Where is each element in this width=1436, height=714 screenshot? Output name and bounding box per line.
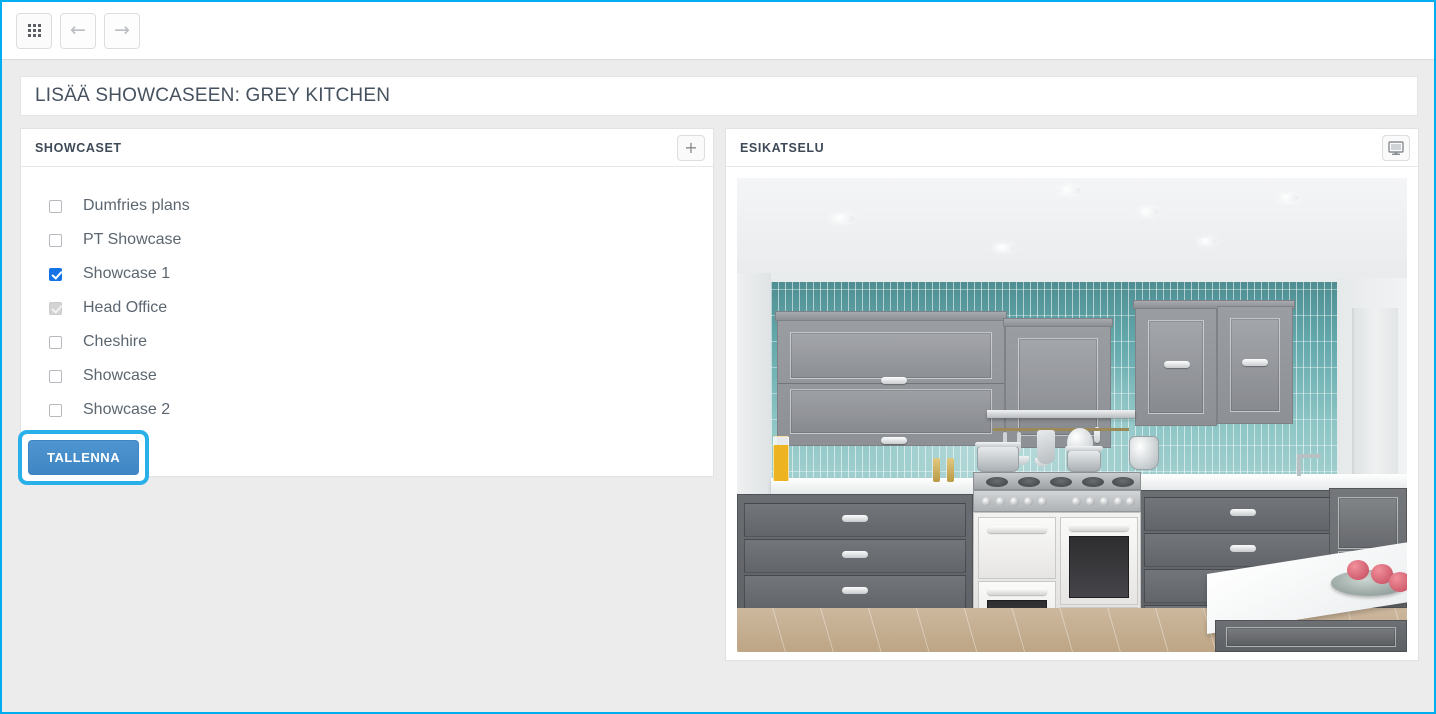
- preview-body: [726, 167, 1418, 663]
- showcase-label: Showcase: [83, 367, 157, 384]
- arrow-right-icon: →: [114, 19, 130, 41]
- forward-button[interactable]: →: [104, 12, 140, 49]
- add-showcase-button[interactable]: +: [677, 134, 705, 161]
- showcase-list-item[interactable]: Showcase 1: [49, 257, 713, 291]
- showcase-label: Dumfries plans: [83, 197, 190, 214]
- preview-panel: ESIKATSELU: [725, 128, 1419, 661]
- save-button[interactable]: TALLENNA: [28, 440, 140, 475]
- top-toolbar: ← →: [2, 2, 1434, 60]
- showcase-checkbox[interactable]: [49, 267, 62, 281]
- showcase-list-item[interactable]: Head Office: [49, 291, 713, 325]
- grid-icon: [27, 24, 41, 37]
- preview-panel-header: ESIKATSELU: [726, 129, 1418, 167]
- showcases-panel-title: SHOWCASET: [35, 140, 122, 155]
- showcase-label: Showcase 2: [83, 401, 171, 418]
- showcase-checkbox[interactable]: [49, 369, 62, 383]
- showcase-checkbox-list: Dumfries plans PT Showcase Showcase 1 Head …: [21, 167, 713, 427]
- page-title-bar: LISÄÄ SHOWCASEEN: GREY KITCHEN: [20, 76, 1418, 116]
- showcase-checkbox: [49, 301, 62, 315]
- kitchen-preview-image[interactable]: [737, 178, 1407, 652]
- showcase-list-item[interactable]: Cheshire: [49, 325, 713, 359]
- back-button[interactable]: ←: [60, 12, 96, 49]
- showcase-label: Head Office: [83, 299, 168, 316]
- showcase-list-item[interactable]: Showcase: [49, 359, 713, 393]
- showcase-list-item[interactable]: Dumfries plans: [49, 189, 713, 223]
- plus-icon: +: [684, 137, 698, 157]
- monitor-icon: [1388, 140, 1404, 155]
- grid-view-button[interactable]: [16, 12, 52, 49]
- showcase-checkbox[interactable]: [49, 199, 62, 213]
- showcase-label: Showcase 1: [83, 265, 171, 282]
- showcases-panel-header: SHOWCASET +: [21, 129, 713, 167]
- app-viewport: ← → LISÄÄ SHOWCASEEN: GREY KITCHEN SHOWC…: [0, 0, 1436, 714]
- showcase-label: PT Showcase: [83, 231, 182, 248]
- showcases-panel: SHOWCASET + Dumfries plans PT Showcase Sho…: [20, 128, 714, 477]
- page-title: LISÄÄ SHOWCASEEN: GREY KITCHEN: [35, 85, 391, 106]
- showcase-label: Cheshire: [83, 333, 148, 350]
- display-mode-button[interactable]: [1382, 134, 1410, 161]
- arrow-left-icon: ←: [70, 19, 86, 41]
- showcase-list-item[interactable]: Showcase 2: [49, 393, 713, 427]
- showcase-list-item[interactable]: PT Showcase: [49, 223, 713, 257]
- save-button-focus-ring: TALLENNA: [18, 430, 150, 485]
- showcase-checkbox[interactable]: [49, 403, 62, 417]
- showcase-checkbox[interactable]: [49, 233, 62, 247]
- preview-panel-title: ESIKATSELU: [740, 140, 825, 155]
- showcase-checkbox[interactable]: [49, 335, 62, 349]
